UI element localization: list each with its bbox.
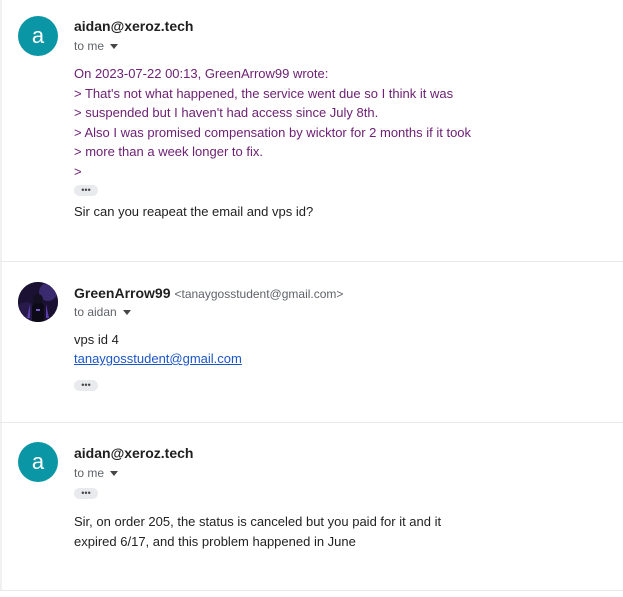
more-horizontal-icon[interactable]: ••• [74,488,98,499]
divider [0,423,2,590]
chevron-down-icon [122,309,131,315]
email-link[interactable]: tanaygosstudent@gmail.com [74,349,242,369]
divider [0,262,2,422]
more-horizontal-icon[interactable]: ••• [74,185,98,196]
message-body: vps id 4 [74,332,119,347]
quote-line: > That's not what happened, the service … [74,85,454,101]
sender-name[interactable]: GreenArrow99 <tanaygosstudent@gmail.com> [74,285,343,301]
quote-line: > Also I was promised compensation by wi… [74,124,472,140]
recipient-label: to aidan [74,305,117,319]
profile-photo-icon [18,282,58,322]
quote-line: > suspended but I haven't had access sin… [74,105,379,121]
quote-line: > [74,163,82,179]
body-line: Sir, on order 205, the status is cancele… [74,514,442,529]
message-3: a aidan@xeroz.tech to me ••• Sir, on ord… [0,423,623,591]
avatar-letter: a [31,23,45,48]
message-body: Sir can you reapeat the email and vps id… [74,204,314,219]
quote-line: On 2023-07-22 00:13, GreenArrow99 wrote: [74,66,329,81]
avatar[interactable]: a [18,16,58,56]
avatar[interactable] [18,282,58,322]
avatar[interactable]: a [18,442,58,482]
message-1: a aidan@xeroz.tech to me On 2023-07-22 0… [0,0,623,262]
more-horizontal-icon[interactable]: ••• [74,380,98,391]
message-2: GreenArrow99 <tanaygosstudent@gmail.com> … [0,262,623,423]
recipient-toggle[interactable]: to aidan [74,305,131,319]
recipient-toggle[interactable]: to me [74,466,119,480]
quoted-text: On 2023-07-22 00:13, GreenArrow99 wrote:… [74,64,471,182]
message-body: Sir, on order 205, the status is cancele… [74,512,441,551]
sender-name[interactable]: aidan@xeroz.tech [74,18,193,34]
sender-name[interactable]: aidan@xeroz.tech [74,445,193,461]
recipient-label: to me [74,39,105,53]
chevron-down-icon [110,43,119,49]
body-line: expired 6/17, and this problem happened … [74,533,356,549]
chevron-down-icon [110,470,119,476]
recipient-label: to me [74,466,105,480]
divider [0,0,2,261]
email-thread: a aidan@xeroz.tech to me On 2023-07-22 0… [0,0,623,597]
recipient-toggle[interactable]: to me [74,39,119,53]
quote-line: > more than a week longer to fix. [74,144,263,160]
sender-email: <tanaygosstudent@gmail.com> [174,287,344,301]
sender-label: GreenArrow99 [74,285,171,301]
avatar-letter: a [31,449,45,474]
